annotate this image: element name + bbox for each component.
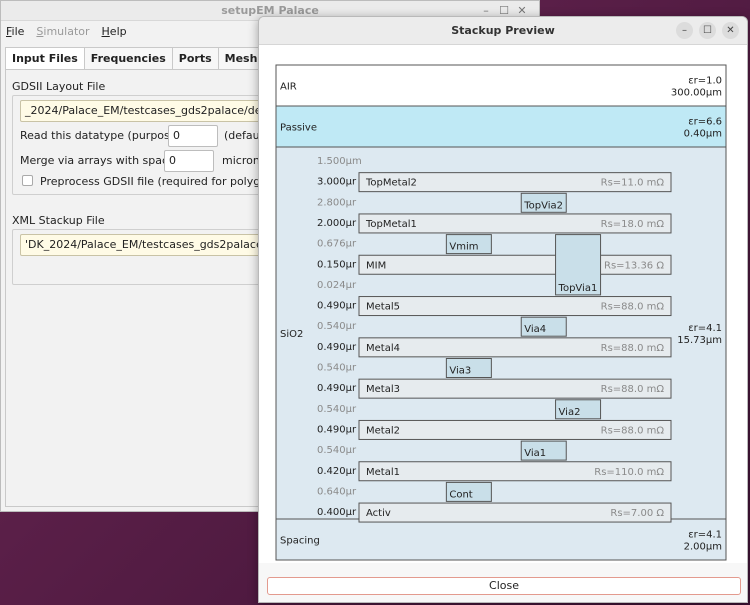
merge-label: Merge via arrays with spacing — [20, 154, 186, 167]
dielectric-spacing — [275, 518, 727, 561]
dielectric-air — [275, 64, 727, 107]
maximize-icon[interactable]: ☐ — [699, 22, 716, 39]
z-label: 0.540μr — [317, 404, 357, 415]
via-name: Via3 — [449, 366, 471, 377]
z-label: 0.024μr — [317, 280, 357, 291]
dielectric-er: εr=1.0 — [688, 76, 722, 87]
dielectric-passive — [275, 105, 727, 148]
layer-rs: Rs=88.0 mΩ — [601, 302, 665, 313]
dielectric-name: Spacing — [280, 536, 320, 547]
layer-name: MIM — [366, 260, 386, 271]
gdsii-section-label: GDSII Layout File — [12, 80, 106, 93]
xml-section-label: XML Stackup File — [12, 214, 105, 227]
z-label: 0.540μr — [317, 363, 357, 374]
via-name: Vmim — [449, 242, 478, 253]
datatype-label: Read this datatype (purpose): — [20, 129, 185, 142]
z-label: 0.490μr — [317, 342, 357, 353]
layer-name: Activ — [366, 508, 391, 519]
via-name: TopVia2 — [523, 200, 563, 211]
menu-label-rest: ile — [11, 24, 25, 38]
dielectric-er: εr=6.6 — [688, 117, 722, 128]
dielectric-er: εr=4.1 — [688, 323, 722, 334]
layer-name: TopMetal2 — [365, 178, 417, 189]
via-name: TopVia1 — [558, 283, 598, 294]
dielectric-thickness: 15.73μm — [677, 335, 722, 346]
dielectric-name: AIR — [280, 82, 297, 93]
menu-label-rest: imulator — [43, 24, 90, 38]
dielectric-name: Passive — [280, 123, 317, 134]
stackup-title: Stackup Preview — [451, 24, 555, 37]
menu-mnemonic: H — [101, 24, 110, 38]
z-label: 0.150μr — [317, 259, 357, 270]
stackup-titlebar: Stackup Preview – ☐ ✕ — [259, 17, 747, 45]
tab-ports[interactable]: Ports — [171, 47, 219, 69]
layer-rs: Rs=18.0 mΩ — [601, 219, 665, 230]
close-icon[interactable]: ✕ — [722, 22, 739, 39]
z-label: 0.490μr — [317, 424, 357, 435]
layer-name: Metal3 — [366, 384, 400, 395]
layer-name: Metal4 — [366, 343, 400, 354]
layer-name: TopMetal1 — [365, 219, 417, 230]
z-label: 0.420μr — [317, 466, 357, 477]
dielectric-thickness: 300.00μm — [671, 88, 722, 99]
z-label: 0.540μr — [317, 445, 357, 456]
preprocess-checkbox[interactable] — [22, 175, 33, 186]
tab-frequencies[interactable]: Frequencies — [83, 47, 173, 69]
merge-spacing-input[interactable]: 0 — [164, 150, 214, 172]
z-label: 0.676μr — [317, 239, 357, 250]
layer-name: Metal1 — [366, 467, 400, 478]
layer-rs: Rs=11.0 mΩ — [601, 178, 665, 189]
layer-rs: Rs=13.36 Ω — [604, 260, 664, 271]
dielectric-name: SiO2 — [280, 329, 303, 340]
via-name: Via1 — [524, 448, 546, 459]
z-label: 0.490μr — [317, 383, 357, 394]
layer-name: Metal5 — [366, 302, 400, 313]
datatype-input[interactable]: 0 — [168, 125, 218, 147]
minimize-icon[interactable]: – — [676, 22, 693, 39]
menu-file[interactable]: File — [5, 23, 25, 40]
z-label: 3.000μr — [317, 177, 357, 188]
z-label: 0.490μr — [317, 301, 357, 312]
layer-rs: Rs=7.00 Ω — [610, 508, 664, 519]
via-name: Via4 — [524, 324, 546, 335]
layer-name: Metal2 — [366, 425, 400, 436]
dielectric-er: εr=4.1 — [688, 530, 722, 541]
z-label: 0.540μr — [317, 321, 357, 332]
via-name: Via2 — [559, 407, 581, 418]
layer-rs: Rs=88.0 mΩ — [601, 343, 665, 354]
z-label: 0.400μr — [317, 507, 357, 518]
close-button[interactable]: Close — [267, 577, 741, 595]
stackup-diagram: AIR εr=1.0300.00μm Passive εr=6.60.40μm SiO2… — [275, 64, 727, 561]
z-label: 2.800μr — [317, 197, 357, 208]
z-label: 2.000μr — [317, 218, 357, 229]
menu-help[interactable]: Help — [101, 23, 128, 40]
stackup-preview-dialog: Stackup Preview – ☐ ✕ AIR εr=1.0 300.00μm P… — [258, 16, 748, 603]
z-label: 1.500μm — [317, 156, 362, 167]
dielectric-thickness: 0.40μm — [684, 129, 722, 140]
tab-input-files[interactable]: Input Files — [5, 47, 85, 69]
via-name: Cont — [449, 489, 472, 500]
menu-label-rest: elp — [109, 24, 127, 38]
z-label: 0.640μr — [317, 486, 357, 497]
dielectric-thickness: 2.00μm — [684, 542, 722, 553]
stackup-canvas: AIR εr=1.0 300.00μm Passive εr=6.6 0.40μm SiO2… — [259, 45, 747, 563]
layer-rs: Rs=110.0 mΩ — [594, 467, 664, 478]
layer-rs: Rs=88.0 mΩ — [601, 425, 665, 436]
layer-rs: Rs=88.0 mΩ — [601, 384, 665, 395]
menu-simulator[interactable]: Simulator — [35, 23, 90, 40]
